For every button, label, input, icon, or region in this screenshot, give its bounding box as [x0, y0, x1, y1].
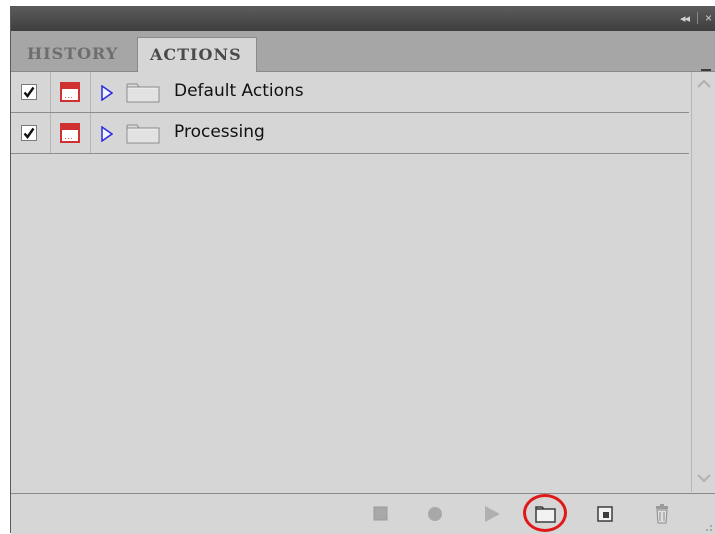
play-button[interactable] — [479, 502, 505, 526]
toggle-item-cell — [11, 113, 51, 153]
panel-titlebar: ◂◂ × — [11, 6, 715, 31]
trash-icon — [656, 504, 668, 524]
record-button[interactable] — [422, 502, 448, 526]
toggle-dialog-cell: … — [51, 72, 91, 112]
tab-actions[interactable]: ACTIONS — [137, 37, 257, 72]
stop-icon — [373, 506, 388, 521]
folder-icon — [126, 124, 160, 144]
action-set-label: Processing — [174, 122, 265, 142]
close-icon[interactable]: × — [705, 11, 712, 25]
new-action-icon — [597, 506, 613, 522]
panel-tabbar: HISTORY ACTIONS — [11, 31, 715, 79]
new-action-button[interactable] — [592, 502, 618, 526]
dialog-toggle-icon[interactable]: … — [60, 123, 80, 143]
toggle-item-checkbox[interactable] — [21, 125, 37, 141]
scroll-up-icon[interactable] — [696, 78, 712, 90]
action-set-row[interactable]: … Processing — [11, 113, 689, 154]
dialog-toggle-icon[interactable]: … — [60, 82, 80, 102]
checkmark-icon — [23, 86, 35, 98]
action-set-label: Default Actions — [174, 81, 304, 101]
play-icon — [485, 506, 500, 522]
actions-panel: ◂◂ × HISTORY ACTIONS … Default Actions …… — [10, 6, 715, 534]
toggle-dialog-cell: … — [51, 113, 91, 153]
delete-button[interactable] — [649, 502, 675, 526]
folder-icon — [126, 83, 160, 103]
checkmark-icon — [23, 127, 35, 139]
expand-triangle-icon[interactable] — [101, 126, 113, 142]
action-set-row[interactable]: … Default Actions — [11, 72, 689, 113]
collapse-icon[interactable]: ◂◂ — [680, 12, 690, 25]
expand-triangle-icon[interactable] — [101, 85, 113, 101]
stop-button[interactable] — [367, 502, 393, 526]
toggle-item-cell — [11, 72, 51, 112]
scrollbar[interactable] — [691, 72, 715, 492]
record-icon — [428, 507, 442, 521]
resize-grip-icon[interactable] — [703, 522, 713, 532]
scroll-down-icon[interactable] — [696, 472, 712, 484]
actions-toolbar — [11, 493, 715, 534]
action-list: … Default Actions … Processing — [11, 72, 689, 154]
highlight-circle — [523, 494, 567, 532]
titlebar-divider — [697, 12, 698, 24]
toggle-item-checkbox[interactable] — [21, 84, 37, 100]
tab-history[interactable]: HISTORY — [15, 37, 130, 71]
